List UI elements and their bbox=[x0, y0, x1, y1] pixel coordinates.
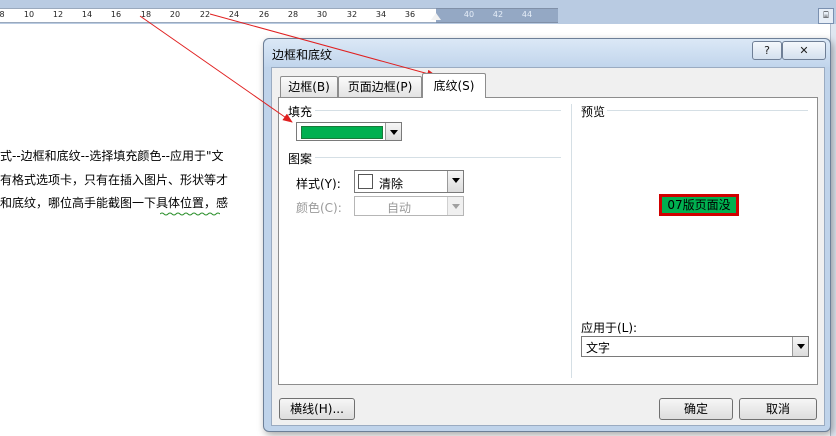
annotation-arrow-to-fill bbox=[139, 15, 293, 123]
annotation-arrow-to-shading-tab bbox=[209, 13, 437, 78]
annotation-arrows bbox=[139, 13, 437, 123]
tab-shading[interactable]: 底纹(S) bbox=[422, 73, 486, 98]
